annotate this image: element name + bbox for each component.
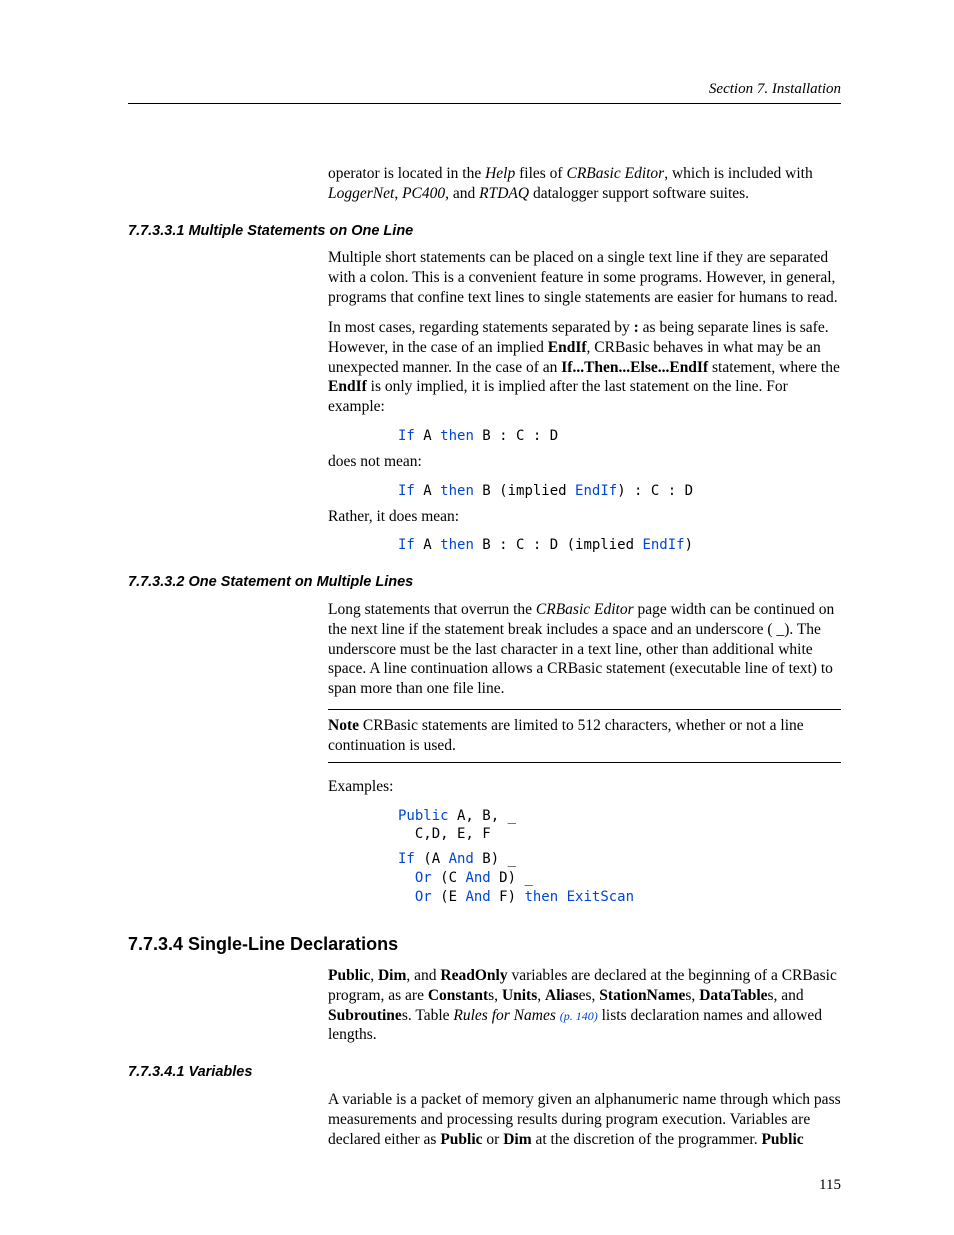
intro-paragraph: operator is located in the Help files of…: [328, 164, 841, 204]
text: operator is located in the: [328, 165, 485, 182]
text-italic: CRBasic Editor: [536, 601, 634, 618]
code-block: If A then B (implied EndIf) : C : D: [398, 482, 841, 501]
section-body: A variable is a packet of memory given a…: [328, 1090, 841, 1149]
text-bold: EndIf: [328, 378, 367, 395]
text: or: [483, 1131, 504, 1148]
text-bold: Constant: [428, 987, 488, 1004]
text-italic: LoggerNet: [328, 185, 394, 202]
code-block: If (A And B) _ Or (C And D) _ Or (E And …: [398, 850, 841, 907]
paragraph: Rather, it does mean:: [328, 507, 841, 527]
paragraph: Multiple short statements can be placed …: [328, 248, 841, 307]
section-body: Multiple short statements can be placed …: [328, 248, 841, 555]
text: ,: [370, 967, 378, 984]
text: Long statements that overrun the: [328, 601, 536, 618]
text-bold: Dim: [503, 1131, 531, 1148]
text-bold: Subroutine: [328, 1007, 402, 1024]
text: files of: [515, 165, 566, 182]
text-italic: Rules for Names: [453, 1007, 559, 1024]
paragraph: Long statements that overrun the CRBasic…: [328, 600, 841, 699]
text: at the discretion of the programmer.: [532, 1131, 762, 1148]
header-rule: [128, 103, 841, 104]
text-bold: Dim: [378, 967, 406, 984]
text-bold: StationName: [599, 987, 685, 1004]
heading-single-line-declarations: 7.7.3.4 Single-Line Declarations: [128, 933, 841, 956]
heading-one-statement: 7.7.3.3.2 One Statement on Multiple Line…: [128, 573, 841, 592]
text: s, and: [768, 987, 804, 1004]
text-bold: If...Then...Else...EndIf: [561, 359, 708, 376]
text-bold: Public: [761, 1131, 803, 1148]
paragraph: Public, Dim, and ReadOnly variables are …: [328, 966, 841, 1045]
text-italic: RTDAQ: [479, 185, 529, 202]
running-header: Section 7. Installation: [128, 80, 841, 99]
text: s,: [488, 987, 502, 1004]
note-label: Note: [328, 717, 359, 734]
text-italic: Help: [485, 165, 515, 182]
note-box: Note CRBasic statements are limited to 5…: [328, 709, 841, 763]
text-italic: PC400: [402, 185, 445, 202]
text-bold: Public: [328, 967, 370, 984]
text: In most cases, regarding statements sepa…: [328, 319, 634, 336]
code-block: If A then B : C : D: [398, 427, 841, 446]
text: ,: [394, 185, 402, 202]
heading-variables: 7.7.3.4.1 Variables: [128, 1063, 841, 1082]
text: ,: [537, 987, 545, 1004]
text: , and: [445, 185, 479, 202]
text-bold: DataTable: [699, 987, 767, 1004]
page-number: 115: [819, 1176, 841, 1195]
paragraph: In most cases, regarding statements sepa…: [328, 318, 841, 417]
heading-multiple-statements: 7.7.3.3.1 Multiple Statements on One Lin…: [128, 222, 841, 241]
text-bold: ReadOnly: [440, 967, 507, 984]
text-bold: EndIf: [548, 339, 587, 356]
page: Section 7. Installation operator is loca…: [0, 0, 954, 1235]
text: , and: [406, 967, 440, 984]
paragraph: does not mean:: [328, 452, 841, 472]
text-bold: Alias: [545, 987, 579, 1004]
section-body: Public, Dim, and ReadOnly variables are …: [328, 966, 841, 1045]
note-body: CRBasic statements are limited to 512 ch…: [328, 717, 804, 754]
text-italic: CRBasic Editor: [566, 165, 664, 182]
text: is only implied, it is implied after the…: [328, 378, 788, 415]
text: s. Table: [402, 1007, 454, 1024]
paragraph: Examples:: [328, 777, 841, 797]
code-block: If A then B : C : D (implied EndIf): [398, 536, 841, 555]
text: es,: [579, 987, 600, 1004]
section-body: Long statements that overrun the CRBasic…: [328, 600, 841, 907]
cross-reference-link[interactable]: (p. 140): [560, 1009, 598, 1023]
paragraph: A variable is a packet of memory given a…: [328, 1090, 841, 1149]
code-block: Public A, B, _ C,D, E, F: [398, 807, 841, 845]
text: s,: [685, 987, 699, 1004]
text: , which is included with: [664, 165, 813, 182]
text: datalogger support software suites.: [529, 185, 749, 202]
text-bold: Public: [440, 1131, 482, 1148]
text: statement, where the: [708, 359, 840, 376]
text-bold: Units: [502, 987, 537, 1004]
